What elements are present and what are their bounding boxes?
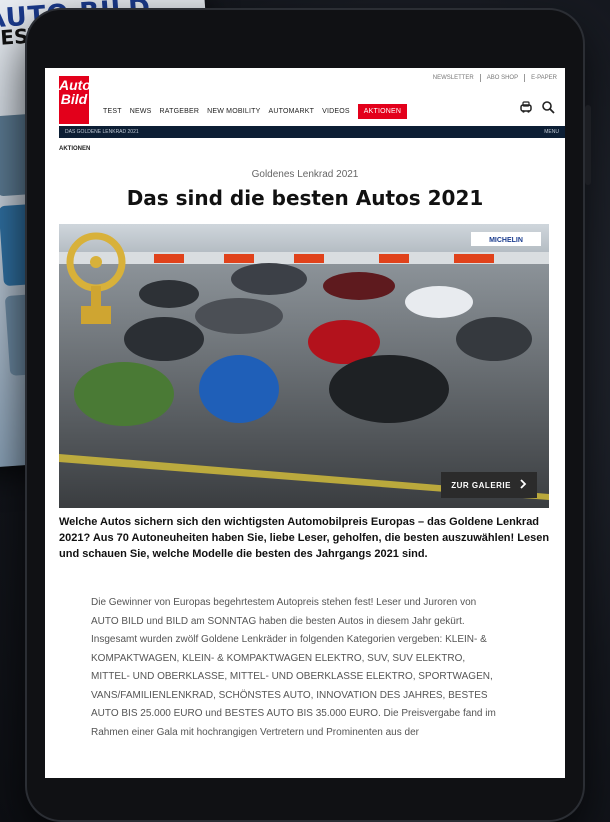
page-title: Das sind die besten Autos 2021 [126,186,484,210]
top-link-abo[interactable]: ABO SHOP [487,75,518,81]
auto-bild-logo[interactable]: Auto Bild [59,76,91,124]
tablet-screen: Auto Bild NEWSLETTER ABO SHOP E-PAPER TE… [45,68,565,778]
nav-item-automarkt[interactable]: AUTOMARKT [268,108,314,115]
article-body: Die Gewinner von Europas begehrtestem Au… [91,597,496,738]
chevron-right-icon [519,479,527,491]
site-header: Auto Bild NEWSLETTER ABO SHOP E-PAPER TE… [45,68,565,124]
search-icon[interactable] [541,100,555,114]
nav-item-aktionen[interactable]: AKTIONEN [357,104,408,119]
nav-item-news[interactable]: NEWS [130,108,152,115]
car-icon[interactable] [519,100,533,114]
section-bar: DAS GOLDENE LENKRAD 2021 MENU [59,126,565,138]
sponsor-logo: MICHELIN [489,237,523,244]
breadcrumb[interactable]: AKTIONEN [59,146,90,152]
logo-line2: Bild [60,91,88,107]
nav-item-ratgeber[interactable]: RATGEBER [160,108,200,115]
top-links: NEWSLETTER ABO SHOP E-PAPER [433,74,557,82]
tablet-side-button [585,105,591,185]
main-nav: TEST NEWS RATGEBER NEW MOBILITY AUTOMARK… [103,104,408,119]
logo-line1: Auto [59,77,91,93]
hero-photo-cars: MICHELIN [59,224,549,508]
nav-item-new-mobility[interactable]: NEW MOBILITY [207,108,260,115]
divider [479,74,481,82]
top-link-newsletter[interactable]: NEWSLETTER [433,75,474,81]
section-bar-menu[interactable]: MENU [544,126,559,138]
top-link-epaper[interactable]: E-PAPER [531,75,557,81]
hero-image[interactable]: MICHELIN ZUR GALERIE [59,224,549,508]
article-kicker: Goldenes Lenkrad 2021 [251,169,359,180]
nav-item-videos[interactable]: VIDEOS [322,108,350,115]
gallery-button[interactable]: ZUR GALERIE [441,472,537,498]
nav-item-test[interactable]: TEST [103,108,122,115]
article-teaser: Welche Autos sichern sich den wichtigste… [59,516,550,560]
nav-icons [519,100,555,114]
divider [524,74,526,82]
gallery-button-label: ZUR GALERIE [451,480,511,490]
section-bar-title[interactable]: DAS GOLDENE LENKRAD 2021 [65,129,139,135]
